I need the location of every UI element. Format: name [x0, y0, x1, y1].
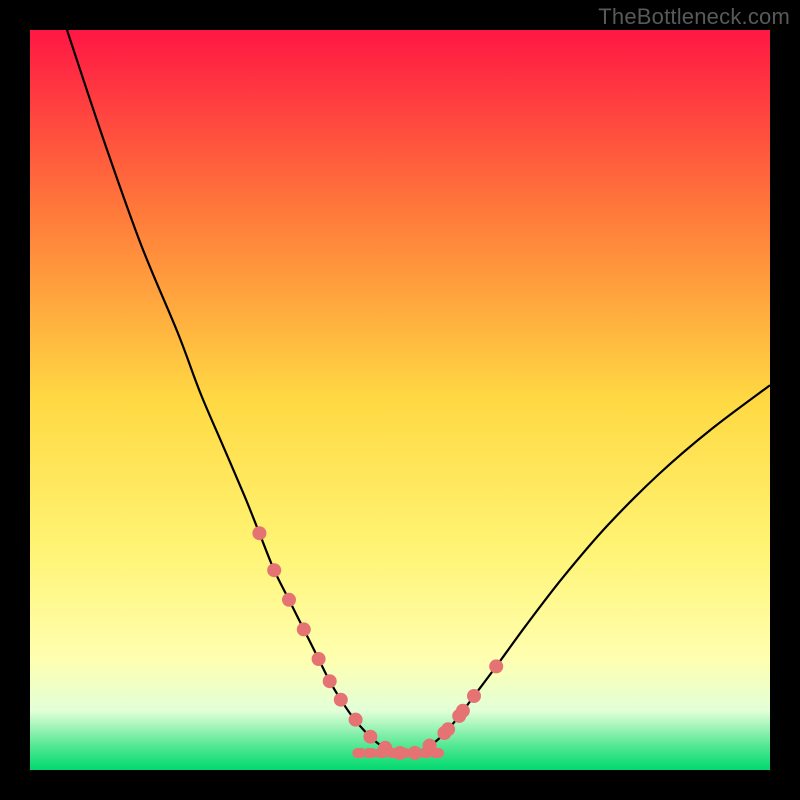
- plot-area: [30, 30, 770, 770]
- gradient-background: [30, 30, 770, 770]
- data-point-marker: [456, 704, 470, 718]
- data-point-marker: [349, 713, 363, 727]
- data-point-marker: [252, 526, 266, 540]
- data-point-marker: [312, 652, 326, 666]
- data-point-marker: [267, 563, 281, 577]
- data-point-marker: [297, 622, 311, 636]
- data-point-marker: [334, 693, 348, 707]
- chart-svg: [30, 30, 770, 770]
- chart-container: TheBottleneck.com: [0, 0, 800, 800]
- data-point-marker: [323, 674, 337, 688]
- data-point-marker: [282, 593, 296, 607]
- data-point-marker: [363, 730, 377, 744]
- watermark-label: TheBottleneck.com: [598, 4, 790, 30]
- flat-bottom-marker: [430, 748, 444, 758]
- data-point-marker: [467, 689, 481, 703]
- data-point-marker: [441, 722, 455, 736]
- data-point-marker: [489, 659, 503, 673]
